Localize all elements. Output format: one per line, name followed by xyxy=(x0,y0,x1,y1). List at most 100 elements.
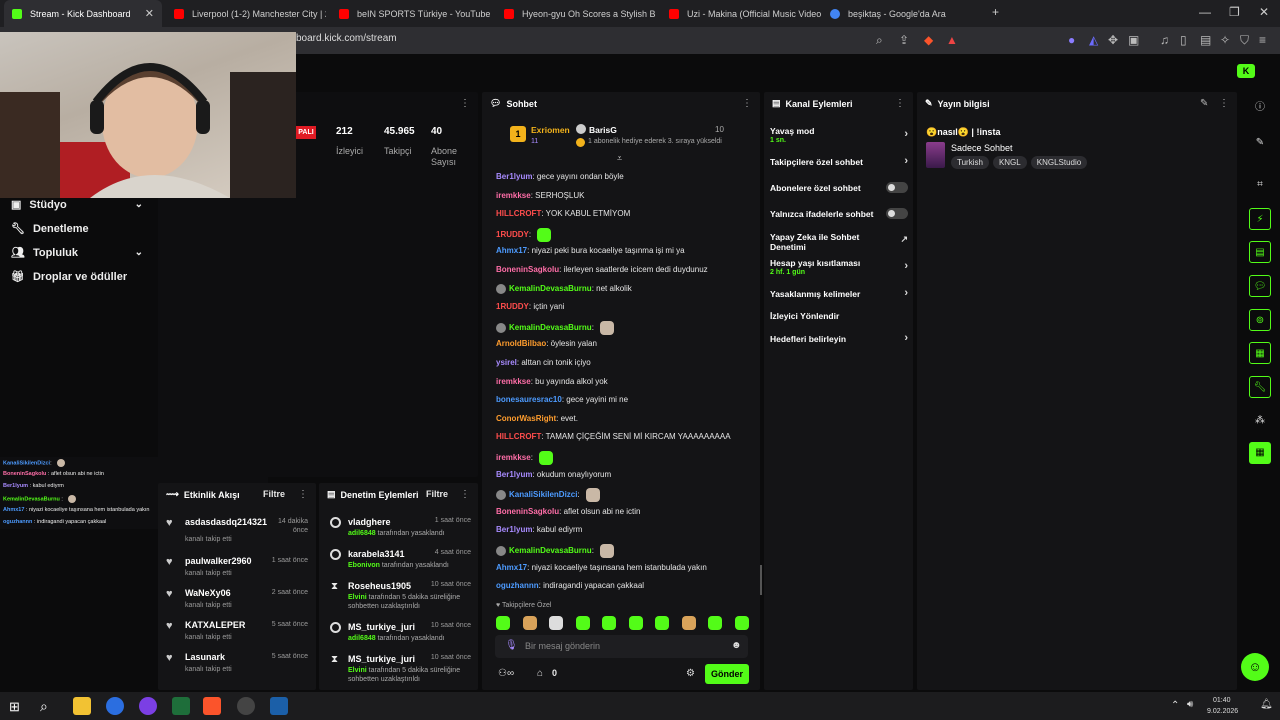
emote-icon[interactable] xyxy=(681,616,696,630)
windows-start-icon[interactable]: ⊞ xyxy=(9,699,20,715)
nav-item-moderation[interactable]: 🔧︎ Denetleme xyxy=(11,222,143,236)
kebab-menu-icon[interactable]: ⋮ xyxy=(742,98,752,109)
chat-username[interactable]: oguzhannn xyxy=(496,581,539,590)
edit-icon[interactable]: ✎ xyxy=(1200,98,1208,109)
emote-icon[interactable] xyxy=(549,616,563,630)
terminal-icon[interactable] xyxy=(172,697,190,715)
kebab-menu-icon[interactable]: ⋮ xyxy=(895,98,905,109)
discord-icon[interactable] xyxy=(139,697,157,715)
community-icon[interactable]: ⁂ xyxy=(1249,410,1271,432)
file-explorer-icon[interactable] xyxy=(73,697,91,715)
send-button[interactable]: Gönder xyxy=(705,664,749,684)
emote-icon[interactable] xyxy=(575,616,590,630)
chat-username[interactable]: iremkkse xyxy=(496,377,531,386)
chat-username[interactable]: HILLCROFT xyxy=(496,209,541,218)
toggle-switch[interactable] xyxy=(886,208,908,219)
steam-icon[interactable] xyxy=(270,697,288,715)
chat-scrollbar[interactable] xyxy=(760,565,762,595)
channel-action-item[interactable]: Yalnızca ifadelerle sohbet xyxy=(770,208,908,219)
kick-logo-icon[interactable]: K xyxy=(1237,64,1255,78)
minimize-icon[interactable]: — xyxy=(1199,5,1211,19)
channel-action-item[interactable]: Takipçilere özel sohbet › xyxy=(770,155,908,167)
chat-username[interactable]: KemalinDevasaBurnu xyxy=(509,284,592,293)
tray-chevron-icon[interactable]: ⌃ xyxy=(1171,700,1179,711)
kebab-menu-icon[interactable]: ⋮ xyxy=(298,489,308,500)
chat-username[interactable]: ysirel xyxy=(496,358,517,367)
nav-item-studio[interactable]: ▣ Stüdyo ⌄ xyxy=(11,198,143,212)
restore-icon[interactable]: ❐ xyxy=(1229,5,1240,19)
leo-icon[interactable]: ● xyxy=(1068,33,1075,47)
sidebar-icon[interactable]: ▯ xyxy=(1180,33,1187,47)
settings-gear-icon[interactable]: ⚙ xyxy=(686,668,695,679)
broadcast-icon[interactable]: ⊚ xyxy=(1249,309,1271,331)
close-window-icon[interactable]: ✕ xyxy=(1259,5,1269,19)
moderation-filter-button[interactable]: Filtre xyxy=(426,489,448,499)
tab-hyeon-gyu[interactable]: Hyeon-gyu Oh Scores a Stylish Bicycl xyxy=(496,0,656,27)
flash-icon[interactable]: ⚡︎ xyxy=(1249,208,1271,230)
microphone-icon[interactable]: 🎙︎ xyxy=(505,640,518,651)
search-icon[interactable]: ⌕ xyxy=(40,698,48,715)
clock-time[interactable]: 01:40 xyxy=(1213,697,1231,704)
app-icon[interactable] xyxy=(106,697,124,715)
vpn-icon[interactable]: ⛉ xyxy=(1240,33,1249,48)
media-icon[interactable]: ♫ xyxy=(1160,33,1169,47)
chat-input-box[interactable]: 🎙︎ Bir mesaj gönderin ☻ xyxy=(495,635,748,658)
emote-icon[interactable] xyxy=(708,616,722,630)
zoom-icon[interactable]: ⌕ xyxy=(876,33,883,48)
clock-date[interactable]: 9.02.2026 xyxy=(1207,708,1238,715)
tab-google[interactable]: beşiktaş - Google'da Ara xyxy=(822,0,982,27)
url-field[interactable]: board.kick.com/stream xyxy=(296,33,397,44)
chat-username[interactable]: KemalinDevasaBurnu xyxy=(509,546,592,555)
emote-icon[interactable] xyxy=(602,616,616,630)
screenshot-icon[interactable]: ▣ xyxy=(1128,33,1139,47)
chat-username[interactable]: iremkkse xyxy=(496,191,531,200)
toggle-switch[interactable] xyxy=(886,182,908,193)
notifications-icon[interactable]: 🔔︎ xyxy=(1260,699,1273,710)
chat-username[interactable]: KemalinDevasaBurnu xyxy=(509,323,592,332)
chat-username[interactable]: 1RUDDY xyxy=(496,302,529,311)
wallet2-icon[interactable]: ▤ xyxy=(1200,33,1211,47)
emote-icon[interactable] xyxy=(734,616,749,630)
chat-username[interactable]: iremkkse xyxy=(496,453,531,462)
chat-username[interactable]: BoneninSagkolu xyxy=(496,265,559,274)
pen-icon[interactable]: ✎ xyxy=(1249,132,1271,154)
chat-username[interactable]: HILLCROFT xyxy=(496,432,541,441)
emote-icon[interactable] xyxy=(522,616,537,630)
channel-action-item[interactable]: Hesap yaşı kısıtlaması 2 hf. 1 gün › xyxy=(770,258,908,276)
brave-rewards-icon[interactable]: ▲ xyxy=(946,33,958,47)
obs-icon[interactable] xyxy=(237,697,255,715)
collapse-pinned-icon[interactable]: ⩡ xyxy=(617,153,622,164)
kebab-menu-icon[interactable]: ⋮ xyxy=(460,489,470,500)
tab-uzi[interactable]: Uzi - Makina (Official Music Video) xyxy=(661,0,821,27)
channel-action-item[interactable]: Hedefleri belirleyin › xyxy=(770,332,908,344)
ai-icon[interactable]: ✧ xyxy=(1220,33,1230,47)
chat-username[interactable]: Ber1lyum xyxy=(496,525,532,534)
extensions-icon[interactable]: ✥ xyxy=(1108,33,1118,47)
chat-username[interactable]: bonesauresrac10 xyxy=(496,395,562,404)
chat-username[interactable]: Ber1lyum xyxy=(496,172,532,181)
channel-action-item[interactable]: Yapay Zeka ile Sohbet Denetimi ↗ xyxy=(770,232,908,252)
new-tab-icon[interactable]: + xyxy=(992,5,999,19)
nav-item-community[interactable]: 👥︎ Topluluk ⌄ xyxy=(11,246,143,260)
store-icon[interactable]: ⌂ xyxy=(537,668,543,679)
info-icon[interactable]: ⓘ xyxy=(1249,97,1271,119)
chat-username[interactable]: BoneninSagkolu xyxy=(496,507,559,516)
tab-liverpool[interactable]: Liverpool (1-2) Manchester City | 25. xyxy=(166,0,326,27)
list-icon[interactable]: ▦ xyxy=(1249,342,1271,364)
chat-username[interactable]: KanaliSikilenDizci xyxy=(509,490,577,499)
chat-username[interactable]: Ber1lyum xyxy=(496,470,532,479)
wallet-icon[interactable]: ◭ xyxy=(1089,33,1098,47)
people-icon[interactable]: ⚇∞ xyxy=(498,668,514,679)
wrench-icon[interactable]: 🔧︎ xyxy=(1249,376,1271,398)
volume-icon[interactable]: 🔊︎ xyxy=(1187,699,1193,710)
kebab-menu-icon[interactable]: ⋮ xyxy=(1219,98,1229,109)
emote-icon[interactable] xyxy=(655,616,669,630)
brave-shield-icon[interactable]: ◆ xyxy=(924,33,933,47)
emote-icon[interactable] xyxy=(628,616,643,630)
channel-action-item[interactable]: Yavaş mod 1 sn. › xyxy=(770,126,908,144)
chat-username[interactable]: Ahmx17 xyxy=(496,246,527,255)
chat-username[interactable]: ConorWasRight xyxy=(496,414,556,423)
tab-kick-dashboard[interactable]: Stream - Kick Dashboard ✕ xyxy=(4,0,162,27)
chat-username[interactable]: 1RUDDY xyxy=(496,230,529,239)
channel-action-item[interactable]: İzleyici Yönlendir xyxy=(770,311,908,321)
